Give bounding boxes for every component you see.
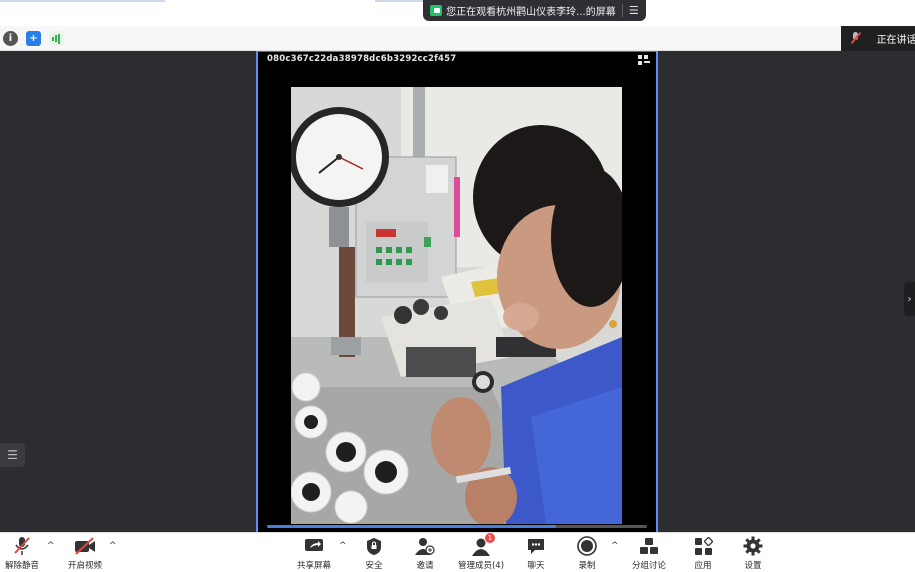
fullscreen-grid-icon[interactable] [638,55,650,65]
breakout-label: 分组讨论 [631,561,666,571]
banner-divider [621,4,623,17]
gear-icon [742,536,764,556]
share-screen-icon [303,536,325,556]
add-user-icon [414,536,436,556]
video-progress-bar[interactable] [267,525,647,528]
unmute-label: 解除静音 [4,561,39,571]
invite-button[interactable]: 邀请 [395,536,455,571]
invite-label: 邀请 [416,561,434,571]
security-shield-icon [363,536,385,556]
watching-banner-text: 您正在观看杭州鹳山仪表李玲...的屏幕 [446,7,616,18]
manage-members-button[interactable]: 1 管理成员(4) [451,533,511,571]
record-label: 录制 [578,561,596,571]
expand-right-arrow-icon[interactable]: › [904,282,915,316]
start-video-label: 开启视频 [67,561,102,571]
share-camera-icon [430,5,443,16]
encryption-shield-icon[interactable]: + [26,31,41,46]
meeting-info-bar: i + [0,26,915,51]
title-accent [375,0,423,2]
video-off-icon [74,536,96,556]
active-speaker-indicator: 正在讲话 [841,26,915,51]
chat-bubble-icon [525,536,547,556]
video-frame-image [291,87,622,524]
shared-screen[interactable]: 080c367c22da38978dc6b3292cc2f457 [256,51,658,532]
speaking-label: 正在讲话 [876,35,915,46]
members-badge: 1 [485,533,495,543]
muted-mic-icon [850,32,861,45]
video-progress-fill [267,525,556,528]
title-accent [0,0,165,2]
apps-label: 应用 [694,561,712,571]
network-signal-icon[interactable] [49,31,64,46]
view-menu-icon[interactable]: ☰ [629,4,639,17]
shared-video[interactable] [291,87,622,524]
members-icon: 1 [470,533,495,556]
record-icon [576,536,598,556]
settings-button[interactable]: 设置 [723,536,783,571]
audio-options-caret-icon[interactable]: ^ [47,541,55,551]
record-options-caret-icon[interactable]: ^ [611,541,619,551]
breakout-rooms-icon [638,536,660,556]
share-frame-top [258,51,656,52]
start-video-button[interactable]: 开启视频 [55,536,115,571]
chat-label: 聊天 [527,561,545,571]
meeting-info-icon[interactable]: i [3,31,18,46]
breakout-button[interactable]: 分组讨论 [619,536,679,571]
settings-label: 设置 [744,561,762,571]
share-screen-label: 共享屏幕 [296,561,331,571]
muted-mic-icon [11,536,33,556]
meeting-toolbar: 解除静音 ^ 开启视频 ^ 共享屏幕 ^ 安全 邀请 1 管理成员(4) 聊天 … [0,532,915,572]
unmute-button[interactable]: 解除静音 [0,536,52,571]
participant-list-toggle[interactable]: ☰ [0,443,25,467]
manage-members-label: 管理成员(4) [457,561,505,571]
watching-banner[interactable]: 您正在观看杭州鹳山仪表李玲...的屏幕 ☰ [423,0,646,21]
video-id-label: 080c367c22da38978dc6b3292cc2f457 [267,54,457,64]
record-button[interactable]: 录制 [557,536,617,571]
meeting-stage: 080c367c22da38978dc6b3292cc2f457 ☰ › [0,51,915,532]
video-options-caret-icon[interactable]: ^ [109,541,117,551]
security-label: 安全 [365,561,383,571]
share-screen-button[interactable]: 共享屏幕 [284,536,344,571]
apps-grid-icon [692,536,714,556]
